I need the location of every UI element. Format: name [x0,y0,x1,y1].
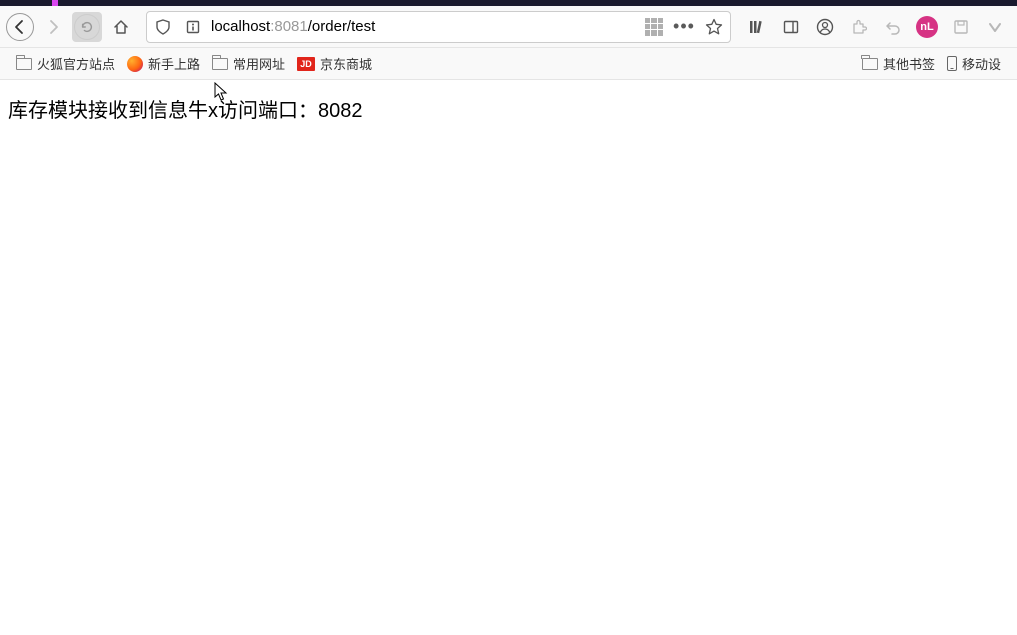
bookmark-star-icon[interactable] [702,15,726,39]
shield-icon[interactable] [151,15,175,39]
bookmark-other[interactable]: 其他书签 [856,50,941,77]
folder-icon [862,58,878,70]
account-icon[interactable] [809,12,841,42]
bookmark-common-sites[interactable]: 常用网址 [206,50,291,77]
navigation-toolbar: localhost:8081/order/test ••• nL [0,6,1017,48]
forward-button [38,12,68,42]
tab-accent [52,0,58,6]
reload-button-container [72,12,102,42]
firefox-icon [127,56,143,72]
bookmark-label: 京东商城 [320,54,372,73]
chevron-down-icon[interactable] [979,12,1011,42]
undo-icon[interactable] [877,12,909,42]
library-icon[interactable] [741,12,773,42]
site-info-icon[interactable] [181,15,205,39]
url-port: :8081 [270,18,308,35]
bookmark-label: 移动设 [962,54,1001,73]
folder-icon [212,58,228,70]
bookmark-label: 常用网址 [233,54,285,73]
bookmark-label: 新手上路 [148,54,200,73]
bookmark-firefox-official[interactable]: 火狐官方站点 [10,50,121,77]
bookmark-jd[interactable]: JD 京东商城 [291,50,378,77]
bookmark-mobile[interactable]: 移动设 [941,50,1007,77]
extension-puzzle-icon[interactable] [843,12,875,42]
qr-code-icon[interactable] [642,15,666,39]
url-path: /order/test [308,18,376,35]
home-button[interactable] [106,12,136,42]
bookmark-label: 其他书签 [883,54,935,73]
url-host: localhost [211,18,270,35]
bookmarks-toolbar: 火狐官方站点 新手上路 常用网址 JD 京东商城 其他书签 移动设 [0,48,1017,80]
url-text[interactable]: localhost:8081/order/test [211,18,636,35]
bookmark-getting-started[interactable]: 新手上路 [121,50,206,77]
jd-icon: JD [297,57,315,71]
sidebar-icon[interactable] [775,12,807,42]
toolbar-right: nL [741,12,1011,42]
back-button[interactable] [6,13,34,41]
page-actions-icon[interactable]: ••• [672,15,696,39]
url-bar[interactable]: localhost:8081/order/test ••• [146,11,731,43]
page-content: 库存模块接收到信息牛x访问端口：8082 [0,80,1017,137]
phone-icon [947,56,957,71]
reload-button[interactable] [74,14,100,40]
folder-icon [16,58,32,70]
nl-extension-icon[interactable]: nL [911,12,943,42]
page-body-text: 库存模块接收到信息牛x访问端口：8082 [8,100,363,122]
bookmark-label: 火狐官方站点 [37,54,115,73]
save-page-icon[interactable] [945,12,977,42]
